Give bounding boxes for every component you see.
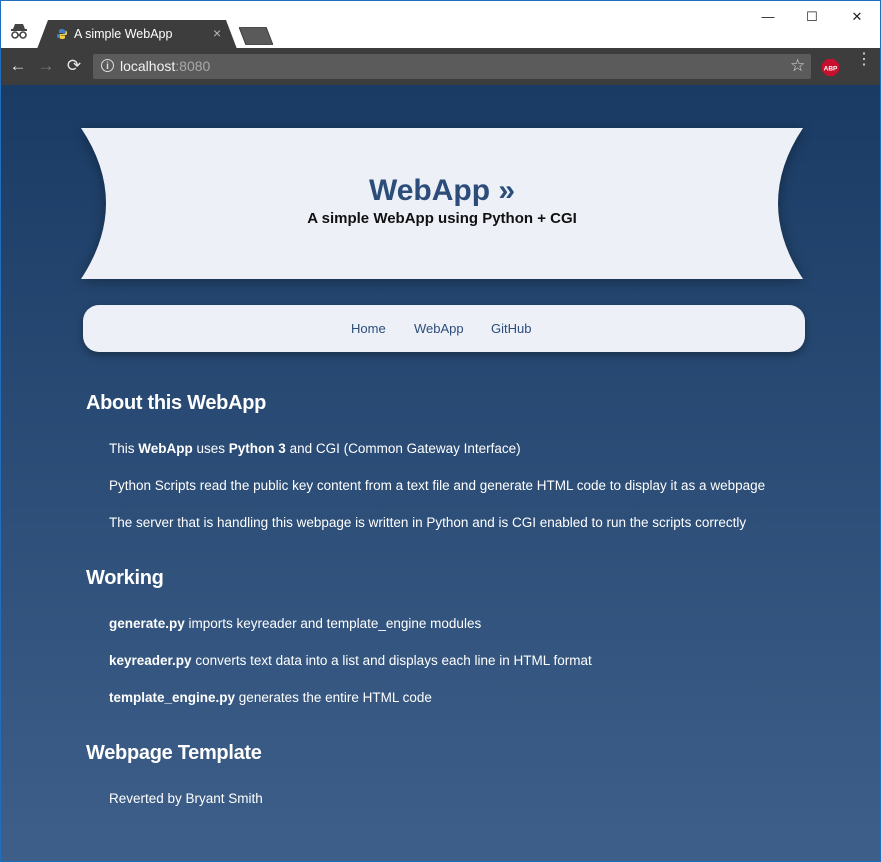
reload-button[interactable]: ⟳ <box>65 57 83 75</box>
nav-link-home[interactable]: Home <box>351 321 386 336</box>
url-text[interactable]: localhost:8080 <box>120 58 210 74</box>
page-title: WebApp » <box>368 174 516 207</box>
back-button[interactable]: ← <box>9 57 27 75</box>
working-item-3: template_engine.py generates the entire … <box>109 690 432 705</box>
text-fragment: uses <box>192 441 229 456</box>
file-name: generate.py <box>109 616 185 631</box>
bookmark-star-icon[interactable]: ☆ <box>790 56 805 76</box>
bold-fragment: Python 3 <box>228 441 286 456</box>
section-heading-working: Working <box>86 567 164 589</box>
tab-active[interactable]: A simple WebApp × <box>37 20 237 49</box>
section-heading-template: Webpage Template <box>86 742 262 764</box>
info-icon[interactable]: i <box>101 59 114 72</box>
file-description: imports keyreader and template_engine mo… <box>184 616 482 631</box>
about-paragraph-2: Python Scripts read the public key conte… <box>109 478 766 493</box>
text-fragment: CGI <box>315 441 340 456</box>
file-description: converts text data into a list and displ… <box>191 653 592 668</box>
close-window-button[interactable]: ✕ <box>842 8 872 26</box>
adblock-plus-icon[interactable]: ABP <box>822 59 839 76</box>
template-paragraph-1: Reverted by Bryant Smith <box>109 791 263 806</box>
file-name: template_engine.py <box>109 690 236 705</box>
about-paragraph-3: The server that is handling this webpage… <box>109 515 747 530</box>
about-paragraph-1: This WebApp uses Python 3 and CGI (Commo… <box>109 441 521 456</box>
file-name: keyreader.py <box>109 653 192 668</box>
bold-fragment: WebApp <box>138 441 193 456</box>
maximize-button[interactable]: ☐ <box>797 8 827 26</box>
working-item-2: keyreader.py converts text data into a l… <box>109 653 592 668</box>
nav-link-webapp[interactable]: WebApp <box>414 321 464 336</box>
new-tab-button[interactable] <box>238 26 274 46</box>
page-viewport: WebApp » A simple WebApp using Python + … <box>1 85 880 861</box>
browser-window: A simple WebApp × — ☐ ✕ ← → ⟳ i localhos… <box>0 0 881 862</box>
minimize-button[interactable]: — <box>753 8 783 26</box>
text-fragment: and <box>285 441 316 456</box>
section-heading-about: About this WebApp <box>86 392 267 414</box>
tab-close-icon[interactable]: × <box>213 25 221 41</box>
text-fragment: (Common Gateway Interface) <box>339 441 521 456</box>
extension-label: ABP <box>824 66 838 73</box>
forward-button[interactable]: → <box>37 57 55 75</box>
python-favicon-icon <box>56 28 68 40</box>
site-navbar: Home WebApp GitHub <box>83 305 805 352</box>
nav-link-github[interactable]: GitHub <box>491 321 531 336</box>
address-bar[interactable]: i localhost:8080 ☆ <box>93 54 811 79</box>
header-banner: WebApp » A simple WebApp using Python + … <box>81 128 803 279</box>
file-description: generates the entire HTML code <box>235 690 432 705</box>
browser-menu-icon[interactable]: ⋮ <box>856 52 872 68</box>
tab-strip: A simple WebApp × — ☐ ✕ <box>1 1 880 49</box>
browser-toolbar: ← → ⟳ i localhost:8080 ☆ ABP ⋮ <box>1 48 880 85</box>
text-fragment: This <box>109 441 139 456</box>
working-item-1: generate.py imports keyreader and templa… <box>109 616 481 631</box>
page-subtitle: A simple WebApp using Python + CGI <box>307 210 577 227</box>
url-port: :8080 <box>175 58 211 74</box>
tab-title: A simple WebApp <box>74 27 173 41</box>
incognito-icon <box>9 21 29 41</box>
url-host: localhost <box>120 58 176 74</box>
